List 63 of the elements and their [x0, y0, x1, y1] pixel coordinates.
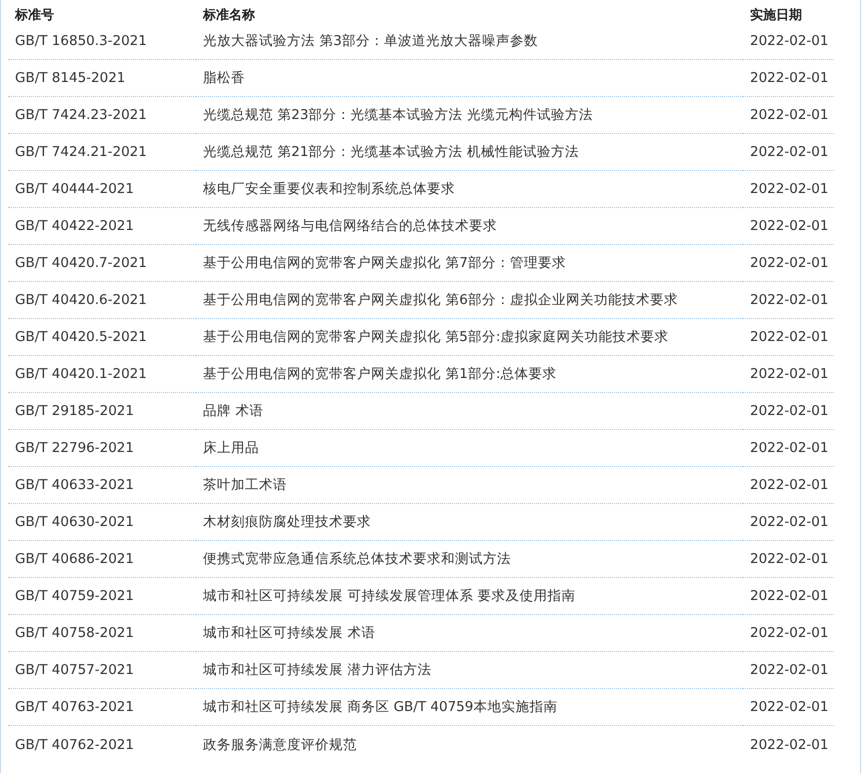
standard-name: 便携式宽带应急通信系统总体技术要求和测试方法: [203, 550, 511, 568]
effective-date: 2022-02-01: [750, 403, 828, 419]
standard-name: 光放大器试验方法 第3部分：单波道光放大器噪声参数: [203, 32, 538, 50]
standard-number: GB/T 40763-2021: [15, 699, 134, 715]
standard-name: 脂松香: [203, 69, 245, 87]
standard-number: GB/T 40420.1-2021: [15, 366, 147, 382]
effective-date: 2022-02-01: [750, 107, 828, 123]
standard-name: 基于公用电信网的宽带客户网关虚拟化 第5部分:虚拟家庭网关功能技术要求: [203, 328, 668, 346]
standard-name: 基于公用电信网的宽带客户网关虚拟化 第1部分:总体要求: [203, 365, 556, 383]
effective-date: 2022-02-01: [750, 662, 828, 678]
effective-date: 2022-02-01: [750, 70, 828, 86]
effective-date: 2022-02-01: [750, 477, 828, 493]
standard-name: 无线传感器网络与电信网络结合的总体技术要求: [203, 217, 497, 235]
standard-number: GB/T 8145-2021: [15, 70, 126, 86]
standard-number: GB/T 40758-2021: [15, 625, 134, 641]
standard-name: 城市和社区可持续发展 术语: [203, 624, 376, 642]
standard-name: 核电厂安全重要仪表和控制系统总体要求: [203, 180, 455, 198]
standard-number: GB/T 40759-2021: [15, 588, 134, 604]
effective-date: 2022-02-01: [750, 588, 828, 604]
effective-date: 2022-02-01: [750, 255, 828, 271]
effective-date: 2022-02-01: [750, 292, 828, 308]
standard-number: GB/T 40420.6-2021: [15, 292, 147, 308]
standard-number: GB/T 22796-2021: [15, 440, 134, 456]
standard-number: GB/T 40420.7-2021: [15, 255, 147, 271]
effective-date: 2022-02-01: [750, 514, 828, 530]
column-header: 实施日期: [750, 6, 802, 24]
effective-date: 2022-02-01: [750, 33, 828, 49]
effective-date: 2022-02-01: [750, 144, 828, 160]
standard-name: 品牌 术语: [203, 402, 264, 420]
standard-name: 政务服务满意度评价规范: [203, 736, 357, 754]
effective-date: 2022-02-01: [750, 736, 828, 752]
standard-number: GB/T 40686-2021: [15, 551, 134, 567]
effective-date: 2022-02-01: [750, 440, 828, 456]
standard-number: GB/T 40444-2021: [15, 181, 134, 197]
effective-date: 2022-02-01: [750, 181, 828, 197]
standard-number: GB/T 7424.21-2021: [15, 144, 147, 160]
standard-number: GB/T 40762-2021: [15, 736, 134, 752]
standard-name: 床上用品: [203, 439, 259, 457]
effective-date: 2022-02-01: [750, 329, 828, 345]
standard-number: GB/T 7424.23-2021: [15, 107, 147, 123]
effective-date: 2022-02-01: [750, 551, 828, 567]
standard-number: GB/T 40757-2021: [15, 662, 134, 678]
effective-date: 2022-02-01: [750, 699, 828, 715]
standard-name: 城市和社区可持续发展 可持续发展管理体系 要求及使用指南: [203, 587, 576, 605]
standard-name: 木材刻痕防腐处理技术要求: [203, 513, 371, 531]
standard-number: GB/T 40420.5-2021: [15, 329, 147, 345]
standard-name: 茶叶加工术语: [203, 476, 287, 494]
standard-name: 基于公用电信网的宽带客户网关虚拟化 第7部分：管理要求: [203, 254, 566, 272]
standard-name: 城市和社区可持续发展 潜力评估方法: [203, 661, 432, 679]
column-header: 标准名称: [203, 7, 255, 24]
effective-date: 2022-02-01: [750, 625, 828, 641]
standard-number: GB/T 29185-2021: [15, 403, 134, 419]
standard-name: 基于公用电信网的宽带客户网关虚拟化 第6部分：虚拟企业网关功能技术要求: [203, 291, 678, 309]
standard-number: GB/T 40630-2021: [15, 514, 134, 530]
column-header: 标准号: [15, 7, 54, 24]
standard-number: GB/T 40422-2021: [15, 218, 134, 234]
standard-name: 城市和社区可持续发展 商务区 GB/T 40759本地实施指南: [203, 698, 558, 716]
standard-number: GB/T 40633-2021: [15, 477, 134, 493]
effective-date: 2022-02-01: [750, 366, 828, 382]
effective-date: 2022-02-01: [750, 218, 828, 234]
standard-number: GB/T 16850.3-2021: [15, 33, 147, 49]
standard-name: 光缆总规范 第23部分：光缆基本试验方法 光缆元构件试验方法: [203, 106, 593, 124]
standard-name: 光缆总规范 第21部分：光缆基本试验方法 机械性能试验方法: [203, 143, 579, 161]
